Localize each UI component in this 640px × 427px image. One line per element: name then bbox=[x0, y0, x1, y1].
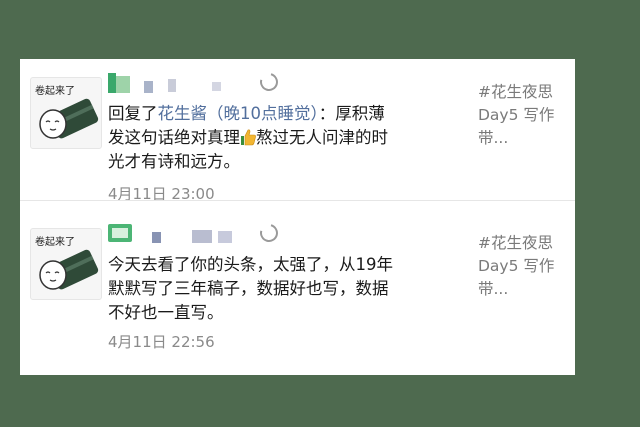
refresh-icon[interactable] bbox=[256, 69, 282, 95]
reply-target-link[interactable]: 花生酱（晚10点睡觉） bbox=[158, 104, 319, 123]
thumbs-up-icon bbox=[241, 129, 256, 146]
topic-tag[interactable]: #花生夜思 Day5 写作带... bbox=[478, 232, 563, 301]
refresh-icon[interactable] bbox=[256, 220, 282, 246]
avatar[interactable]: 卷起来了 bbox=[30, 77, 102, 149]
commenter-name-blurred[interactable] bbox=[108, 69, 282, 95]
reply-prefix: 回复了 bbox=[108, 104, 158, 123]
commenter-name-blurred[interactable] bbox=[108, 220, 282, 246]
sleeping-roll-icon bbox=[39, 249, 99, 290]
sleeping-roll-icon bbox=[39, 98, 99, 139]
comment-item: 卷起来了 今天去看了你的头条，太强了，从19年默默写了三年稿子，数据好也写，数据… bbox=[20, 210, 575, 360]
comment-text: 今天去看了你的头条，太强了，从19年默默写了三年稿子，数据好也写，数据不好也一直… bbox=[108, 255, 393, 322]
avatar[interactable]: 卷起来了 bbox=[30, 228, 102, 300]
topic-tag[interactable]: #花生夜思 Day5 写作带... bbox=[478, 81, 563, 150]
comment-item: 卷起来了 回复了花生酱（晚10点睡觉）：厚积薄发这句话绝对真理 熬过无人问津的时光… bbox=[20, 59, 575, 209]
timestamp: 4月11日 22:56 bbox=[108, 333, 215, 351]
divider bbox=[20, 200, 575, 201]
comment-text: 回复了花生酱（晚10点睡觉）：厚积薄发这句话绝对真理 熬过无人问津的时光才有诗和远… bbox=[108, 102, 398, 174]
